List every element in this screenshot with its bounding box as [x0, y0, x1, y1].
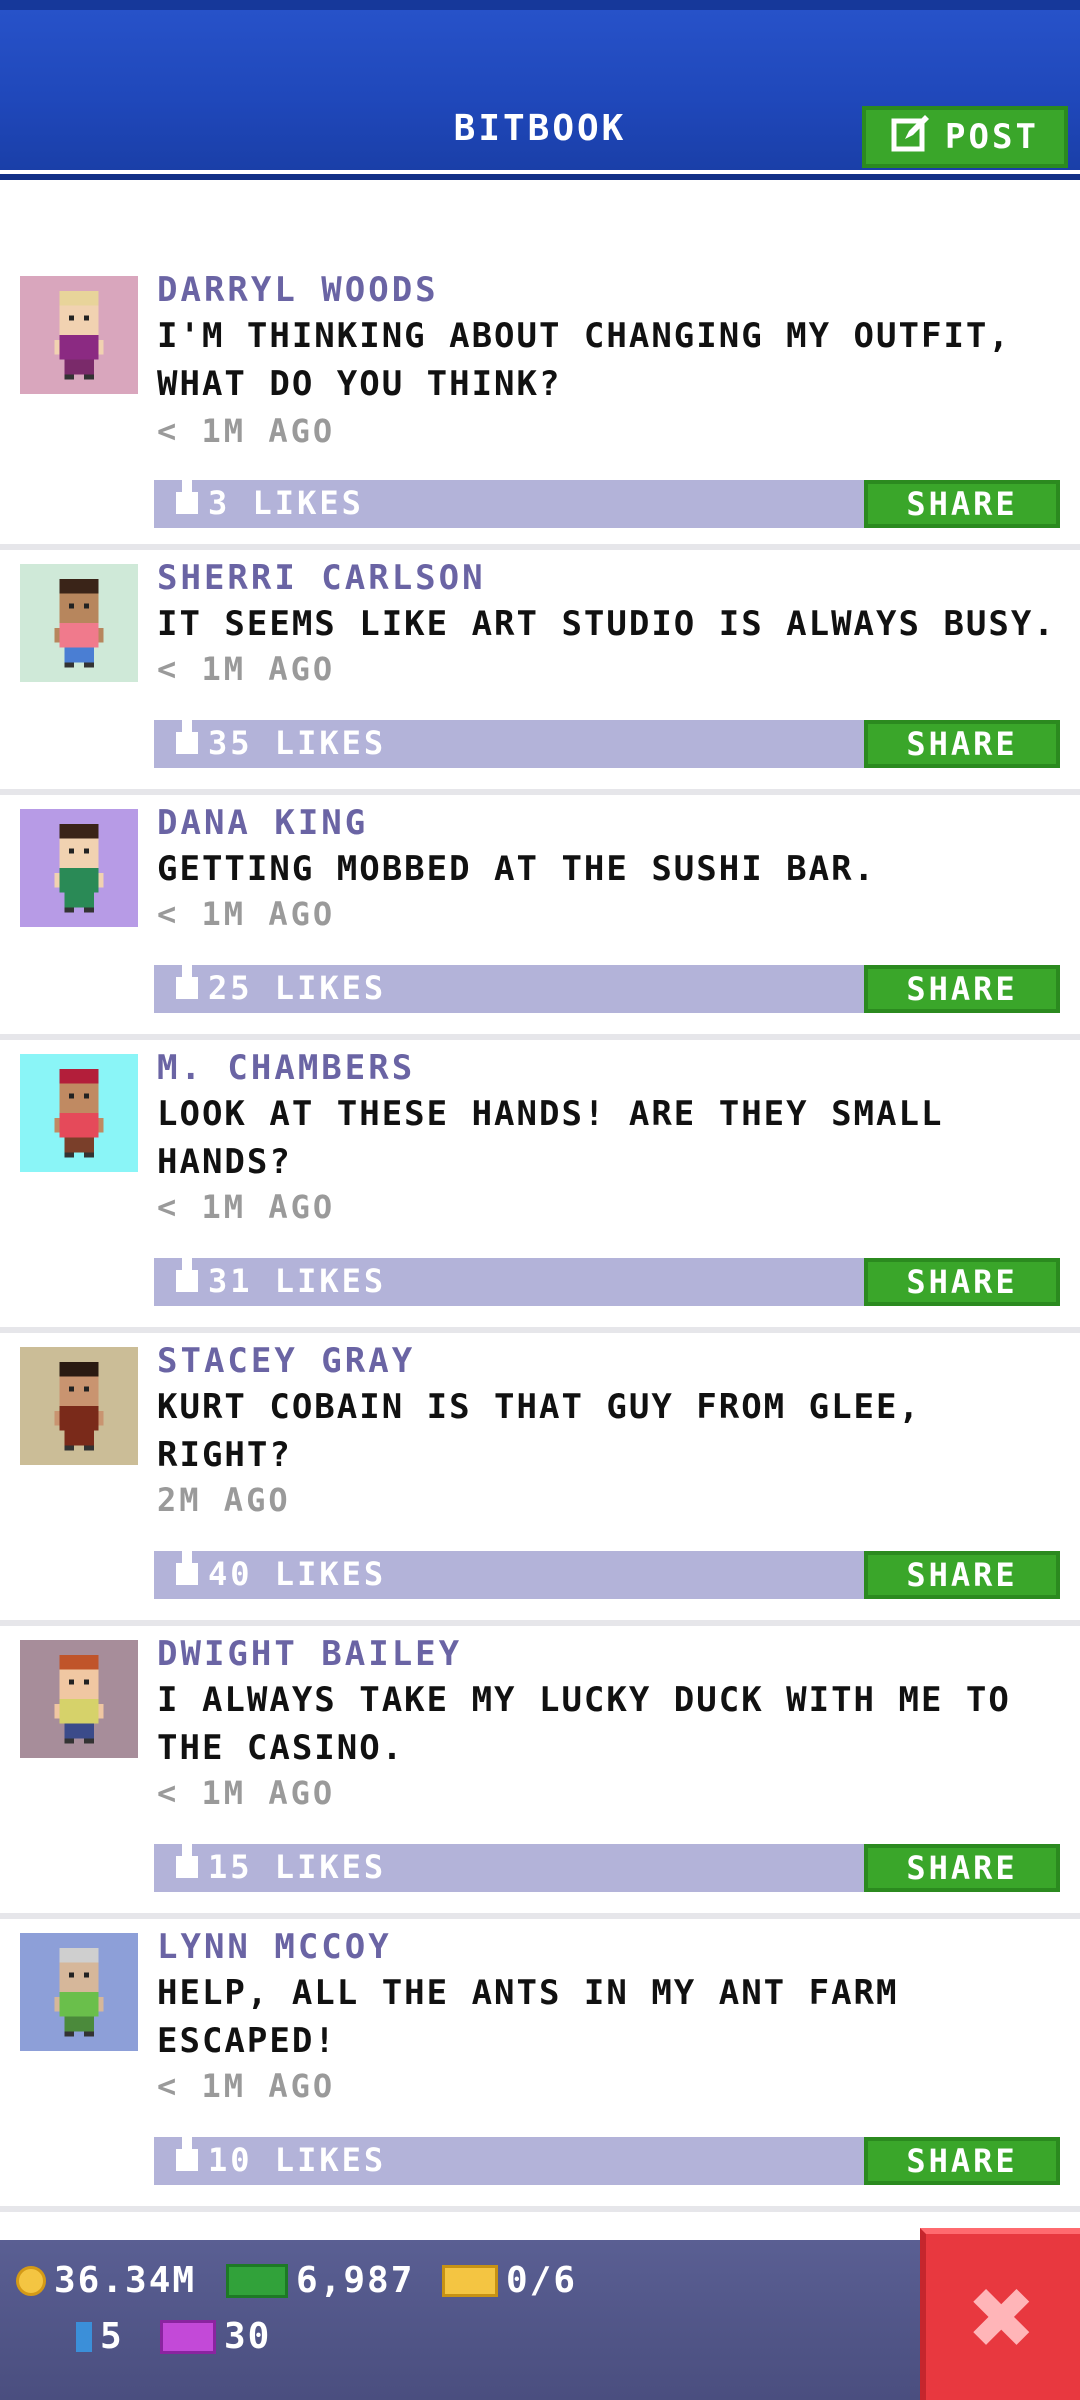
post-timestamp: < 1M AGO: [157, 412, 336, 450]
post-text: HELP, ALL THE ANTS IN MY ANT FARM ESCAPE…: [157, 1973, 899, 2061]
like-count: 15 LIKES: [176, 1844, 387, 1886]
share-button[interactable]: SHARE: [864, 965, 1060, 1013]
avatar[interactable]: [20, 1054, 138, 1172]
thumbs-up-icon: [176, 1844, 198, 1878]
like-bar[interactable]: 3 LIKES SHARE: [154, 480, 1060, 528]
post-timestamp: < 1M AGO: [157, 1188, 336, 1226]
share-button[interactable]: SHARE: [864, 2137, 1060, 2185]
like-count-label: 31 LIKES: [208, 1262, 387, 1300]
thumbs-up-icon: [176, 1258, 198, 1292]
post-button[interactable]: POST: [862, 106, 1068, 168]
coins-value: 36.34M: [54, 2260, 197, 2301]
avatar[interactable]: [20, 1640, 138, 1758]
thumbs-up-icon: [176, 965, 198, 999]
like-bar[interactable]: 35 LIKES SHARE: [154, 720, 1060, 768]
post-item: LYNN MCCOY HELP, ALL THE ANTS IN MY ANT …: [0, 1919, 1080, 2206]
avatar[interactable]: [20, 1933, 138, 2051]
post-item: M. CHAMBERS LOOK AT THESE HANDS! ARE THE…: [0, 1040, 1080, 1327]
post-text: I ALWAYS TAKE MY LUCKY DUCK WITH ME TO T…: [157, 1680, 1011, 1768]
post-feed[interactable]: DARRYL WOODS I'M THINKING ABOUT CHANGING…: [0, 262, 1080, 2212]
like-bar[interactable]: 31 LIKES SHARE: [154, 1258, 1060, 1306]
like-bar[interactable]: 10 LIKES SHARE: [154, 2137, 1060, 2185]
post-text: GETTING MOBBED AT THE SUSHI BAR.: [157, 849, 877, 889]
post-text: KURT COBAIN IS THAT GUY FROM GLEE, RIGHT…: [157, 1387, 921, 1475]
post-author[interactable]: SHERRI CARLSON: [157, 558, 486, 598]
avatar[interactable]: [20, 564, 138, 682]
cash-icon: [226, 2263, 288, 2298]
post-timestamp: 2M AGO: [157, 1481, 291, 1519]
like-count-label: 3 LIKES: [208, 484, 364, 522]
avatar[interactable]: [20, 809, 138, 927]
bux-stat: 5: [76, 2316, 124, 2357]
post-author[interactable]: LYNN MCCOY: [157, 1927, 392, 1967]
share-button[interactable]: SHARE: [864, 1258, 1060, 1306]
like-count: 10 LIKES: [176, 2137, 387, 2179]
thumbs-up-icon: [176, 2137, 198, 2171]
post-item: DARRYL WOODS I'M THINKING ABOUT CHANGING…: [0, 262, 1080, 544]
post-author[interactable]: DANA KING: [157, 803, 368, 843]
post-timestamp: < 1M AGO: [157, 1774, 336, 1812]
tv-icon: [160, 2319, 216, 2354]
cash-value: 6,987: [296, 2260, 415, 2301]
post-item: DWIGHT BAILEY I ALWAYS TAKE MY LUCKY DUC…: [0, 1626, 1080, 1913]
post-text: IT SEEMS LIKE ART STUDIO IS ALWAYS BUSY.: [157, 604, 1056, 644]
status-bar: 36.34M 6,987 0/6 5 30: [0, 2240, 1080, 2400]
tickets-stat: 0/6: [442, 2260, 577, 2301]
app-header: BITBOOK POST: [0, 0, 1080, 180]
post-timestamp: < 1M AGO: [157, 650, 336, 688]
tv-stat: 30: [160, 2316, 271, 2357]
header-divider: [0, 174, 1080, 180]
close-icon: ✖: [969, 2253, 1037, 2381]
like-count-label: 25 LIKES: [208, 969, 387, 1007]
coins-stat: 36.34M: [16, 2260, 196, 2301]
post-item: STACEY GRAY KURT COBAIN IS THAT GUY FROM…: [0, 1333, 1080, 1620]
share-button[interactable]: SHARE: [864, 480, 1060, 528]
like-count: 40 LIKES: [176, 1551, 387, 1593]
share-button[interactable]: SHARE: [864, 1551, 1060, 1599]
post-timestamp: < 1M AGO: [157, 895, 336, 933]
bux-value: 5: [100, 2316, 124, 2357]
post-timestamp: < 1M AGO: [157, 2067, 336, 2105]
share-button[interactable]: SHARE: [864, 1844, 1060, 1892]
post-author[interactable]: STACEY GRAY: [157, 1341, 415, 1381]
tv-value: 30: [224, 2316, 272, 2357]
post-author[interactable]: M. CHAMBERS: [157, 1048, 415, 1088]
post-item: DANA KING GETTING MOBBED AT THE SUSHI BA…: [0, 795, 1080, 1034]
post-item: SHERRI CARLSON IT SEEMS LIKE ART STUDIO …: [0, 550, 1080, 789]
coin-icon: [16, 2265, 46, 2296]
post-button-label: POST: [945, 117, 1039, 157]
like-bar[interactable]: 25 LIKES SHARE: [154, 965, 1060, 1013]
close-button[interactable]: ✖: [920, 2228, 1080, 2400]
like-count-label: 15 LIKES: [208, 1848, 387, 1886]
post-author[interactable]: DARRYL WOODS: [157, 270, 439, 310]
ticket-icon: [442, 2264, 498, 2297]
cash-stat: 6,987: [226, 2260, 414, 2301]
thumbs-up-icon: [176, 1551, 198, 1585]
post-text: I'M THINKING ABOUT CHANGING MY OUTFIT, W…: [157, 316, 1011, 404]
post-text: LOOK AT THESE HANDS! ARE THEY SMALL HAND…: [157, 1094, 944, 1182]
post-author[interactable]: DWIGHT BAILEY: [157, 1634, 462, 1674]
like-bar[interactable]: 15 LIKES SHARE: [154, 1844, 1060, 1892]
like-count-label: 10 LIKES: [208, 2141, 387, 2179]
compose-icon: [891, 113, 931, 162]
tickets-value: 0/6: [506, 2260, 578, 2301]
like-count: 3 LIKES: [176, 480, 364, 522]
like-count: 31 LIKES: [176, 1258, 387, 1300]
like-count-label: 40 LIKES: [208, 1555, 387, 1593]
bux-icon: [76, 2321, 92, 2352]
thumbs-up-icon: [176, 480, 198, 514]
like-count: 25 LIKES: [176, 965, 387, 1007]
share-button[interactable]: SHARE: [864, 720, 1060, 768]
avatar[interactable]: [20, 1347, 138, 1465]
like-count: 35 LIKES: [176, 720, 387, 762]
thumbs-up-icon: [176, 720, 198, 754]
avatar[interactable]: [20, 276, 138, 394]
like-count-label: 35 LIKES: [208, 724, 387, 762]
like-bar[interactable]: 40 LIKES SHARE: [154, 1551, 1060, 1599]
divider: [0, 2206, 1080, 2212]
